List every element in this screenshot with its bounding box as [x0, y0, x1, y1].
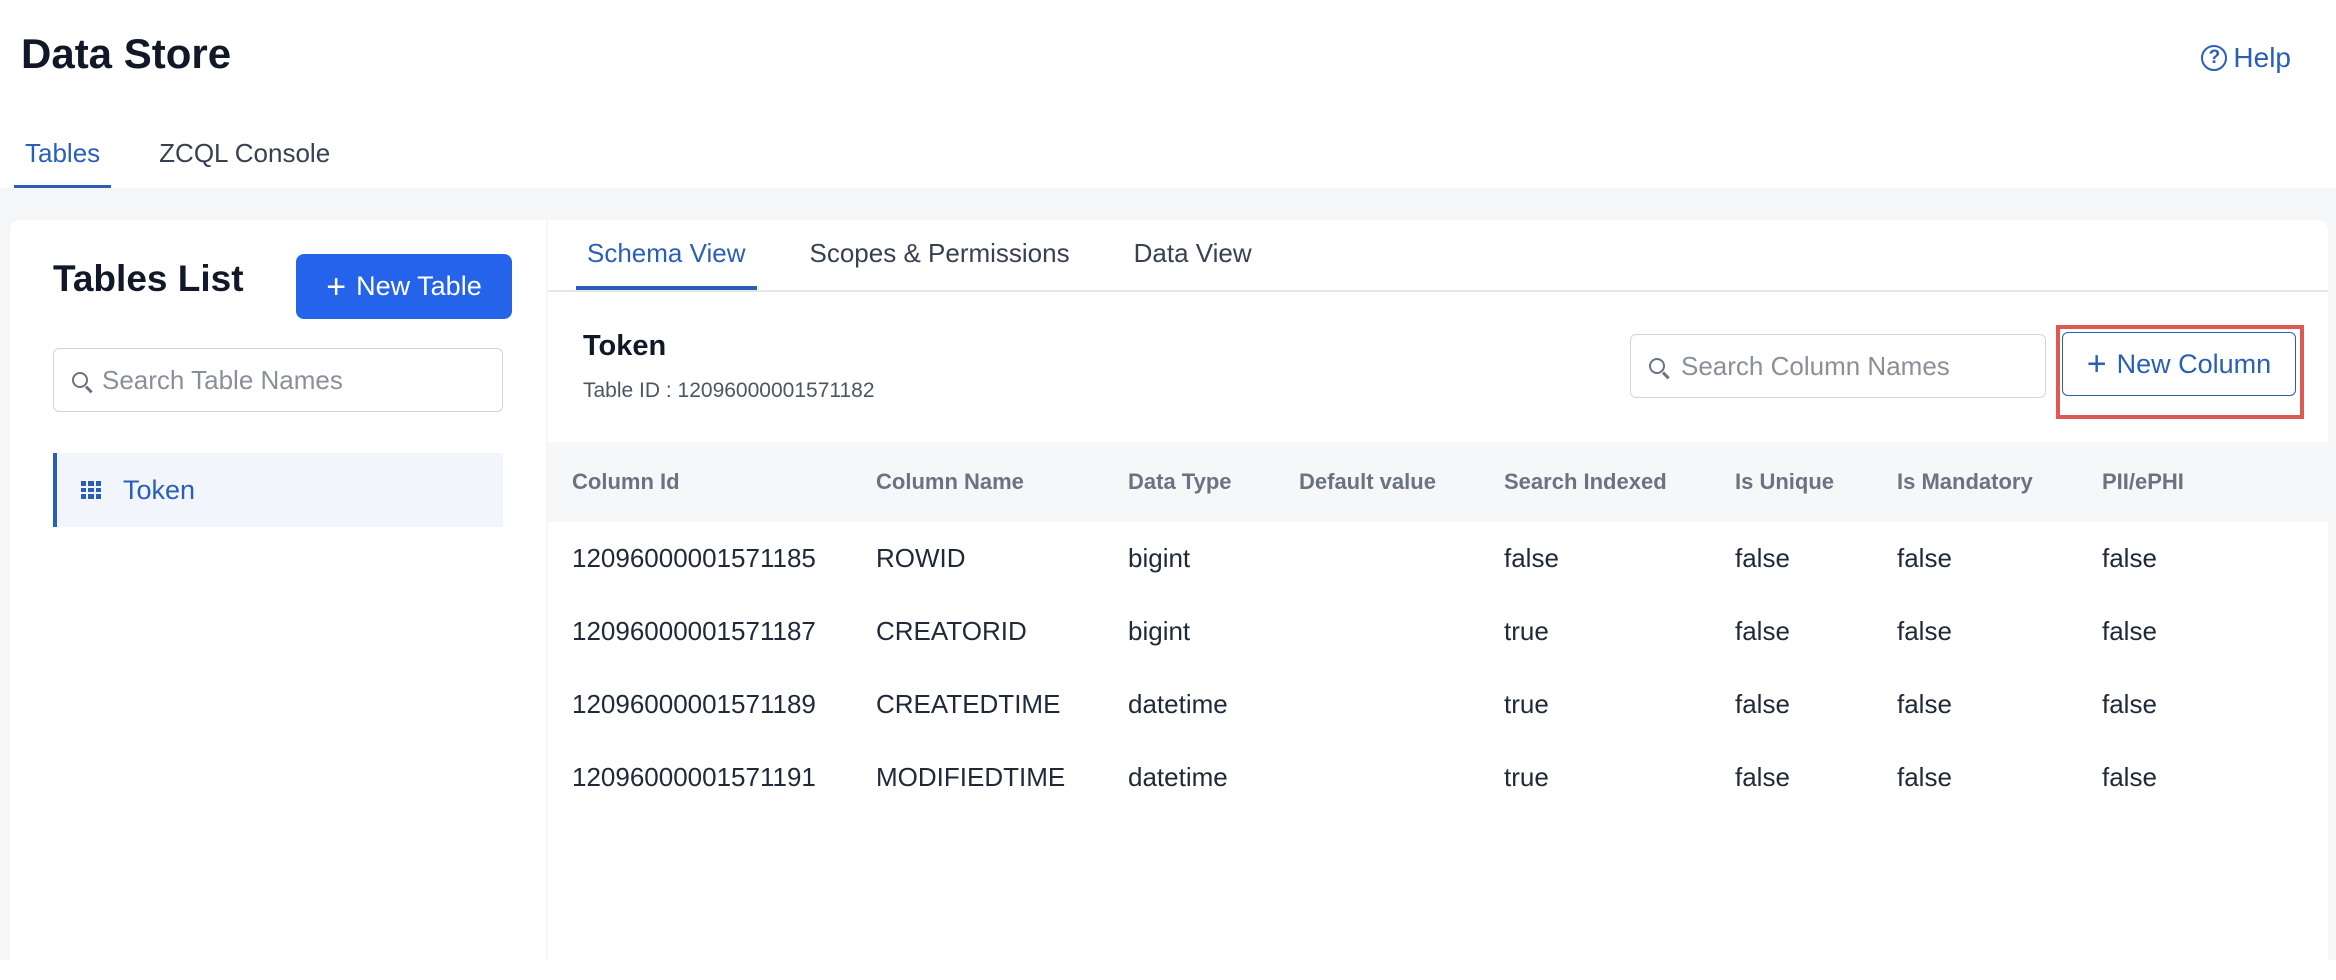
cell-data-type: datetime [1128, 689, 1228, 719]
cell-is-unique: false [1735, 616, 1790, 646]
table-row[interactable]: 12096000001571191 MODIFIEDTIME datetime … [548, 741, 2328, 814]
cell-default-value [1299, 522, 1504, 595]
tab-scopes-permissions[interactable]: Scopes & Permissions [799, 220, 1081, 290]
cell-is-unique: false [1735, 762, 1790, 792]
search-icon [1649, 358, 1665, 374]
page-title: Data Store [21, 30, 232, 77]
cell-default-value [1299, 668, 1504, 741]
cell-column-name: CREATEDTIME [876, 689, 1061, 719]
cell-data-type: bigint [1128, 616, 1191, 646]
cell-column-id: 12096000001571187 [572, 616, 816, 646]
search-icon [72, 372, 88, 388]
table-id: Table ID : 12096000001571182 [583, 379, 875, 402]
cell-search-indexed: false [1504, 543, 1559, 573]
plus-icon: + [326, 267, 347, 306]
col-header-pii-ephi[interactable]: PII/ePHI [2102, 442, 2328, 522]
view-tabs: Schema View Scopes & Permissions Data Vi… [576, 220, 1305, 290]
table-name: Token [583, 330, 667, 362]
cell-pii-ephi: false [2102, 762, 2157, 792]
sidebar-item-token[interactable]: Token [53, 453, 503, 527]
col-header-default-value[interactable]: Default value [1299, 442, 1504, 522]
cell-pii-ephi: false [2102, 616, 2157, 646]
workarea: Tables List + New Table Token Schema Vie… [0, 188, 2336, 980]
table-row[interactable]: 12096000001571185 ROWID bigint false fal… [548, 522, 2328, 595]
col-header-search-indexed[interactable]: Search Indexed [1504, 442, 1735, 522]
table-grid-icon [81, 481, 101, 499]
cell-search-indexed: true [1504, 689, 1549, 719]
cell-is-mandatory: false [1897, 616, 1952, 646]
col-header-data-type[interactable]: Data Type [1128, 442, 1299, 522]
cell-is-mandatory: false [1897, 543, 1952, 573]
col-header-is-mandatory[interactable]: Is Mandatory [1897, 442, 2102, 522]
question-circle-icon: ? [2201, 45, 2228, 71]
page-header: Data Store ? Help Tables ZCQL Console [0, 0, 2336, 189]
cell-data-type: datetime [1128, 762, 1228, 792]
new-table-button[interactable]: + New Table [296, 254, 512, 319]
search-tables-input[interactable] [100, 363, 502, 397]
table-header-row: Column Id Column Name Data Type Default … [548, 442, 2328, 522]
tab-zcql-console[interactable]: ZCQL Console [148, 138, 341, 189]
search-columns-field [1630, 334, 2046, 398]
new-column-label: New Column [2116, 348, 2272, 379]
cell-column-name: ROWID [876, 543, 966, 573]
cell-default-value [1299, 595, 1504, 668]
cell-pii-ephi: false [2102, 543, 2157, 573]
new-table-label: New Table [356, 271, 482, 301]
cell-is-mandatory: false [1897, 762, 1952, 792]
tables-list-title: Tables List [53, 258, 244, 299]
sidebar-item-label: Token [123, 474, 196, 505]
search-tables-field [53, 348, 503, 412]
cell-column-id: 12096000001571185 [572, 543, 816, 573]
cell-column-id: 12096000001571189 [572, 689, 816, 719]
columns-table: Column Id Column Name Data Type Default … [548, 442, 2328, 814]
tab-tables[interactable]: Tables [14, 138, 112, 189]
new-column-button[interactable]: + New Column [2062, 332, 2296, 396]
help-link[interactable]: ? Help [2201, 42, 2291, 74]
cell-data-type: bigint [1128, 543, 1191, 573]
tab-schema-view[interactable]: Schema View [576, 220, 757, 290]
top-tabs: Tables ZCQL Console [14, 138, 378, 189]
tab-data-view[interactable]: Data View [1123, 220, 1263, 290]
table-row[interactable]: 12096000001571189 CREATEDTIME datetime t… [548, 668, 2328, 741]
cell-column-name: MODIFIEDTIME [876, 762, 1066, 792]
tables-sidebar: Tables List + New Table Token [10, 220, 546, 980]
search-columns-input[interactable] [1679, 349, 2045, 383]
cell-search-indexed: true [1504, 616, 1549, 646]
col-header-column-id[interactable]: Column Id [548, 442, 876, 522]
cell-column-name: CREATORID [876, 616, 1027, 646]
plus-icon: + [2086, 345, 2107, 383]
schema-panel: Schema View Scopes & Permissions Data Vi… [548, 220, 2328, 980]
cell-default-value [1299, 741, 1504, 814]
cell-is-unique: false [1735, 543, 1790, 573]
cell-search-indexed: true [1504, 762, 1549, 792]
cell-column-id: 12096000001571191 [572, 762, 816, 792]
cell-is-mandatory: false [1897, 689, 1952, 719]
cell-pii-ephi: false [2102, 689, 2157, 719]
tabs-divider [548, 290, 2328, 292]
cell-is-unique: false [1735, 689, 1790, 719]
col-header-is-unique[interactable]: Is Unique [1735, 442, 1897, 522]
col-header-column-name[interactable]: Column Name [876, 442, 1128, 522]
table-row[interactable]: 12096000001571187 CREATORID bigint true … [548, 595, 2328, 668]
help-label: Help [2233, 42, 2291, 73]
